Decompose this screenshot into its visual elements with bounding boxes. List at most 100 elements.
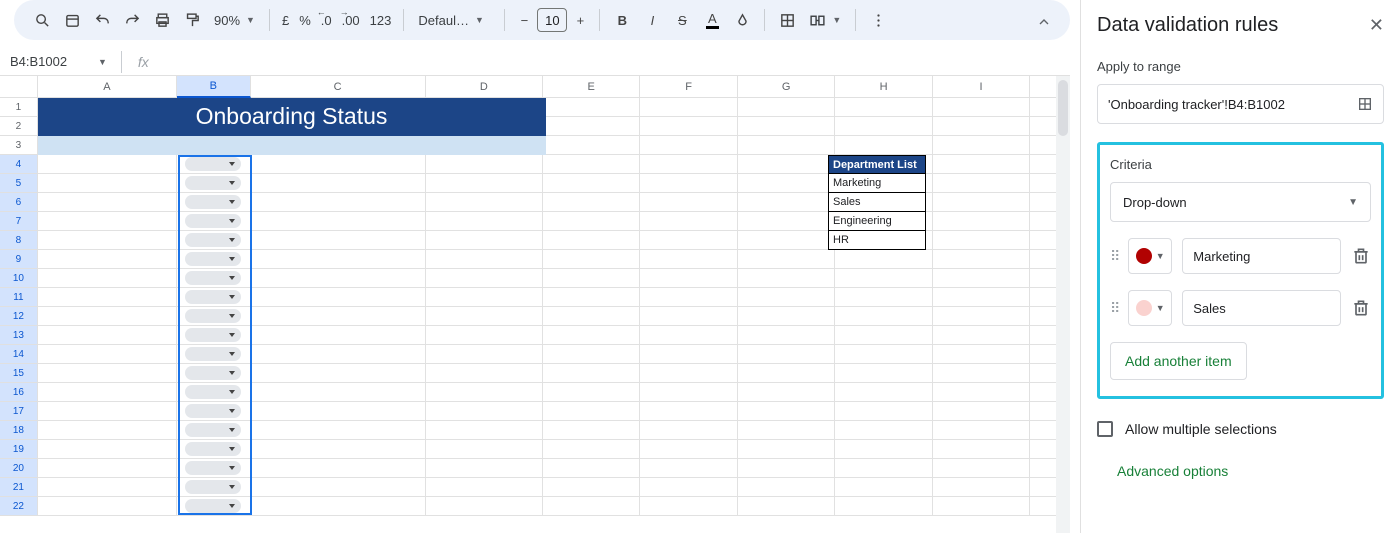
cell[interactable] — [738, 326, 835, 345]
criteria-select[interactable]: Drop-down ▼ — [1110, 182, 1371, 222]
cell[interactable] — [177, 231, 251, 250]
row-header[interactable]: 20 — [0, 459, 38, 478]
cell[interactable] — [38, 231, 177, 250]
cell[interactable] — [177, 497, 251, 516]
cell[interactable] — [640, 212, 737, 231]
cell[interactable] — [640, 269, 737, 288]
cell[interactable] — [640, 98, 737, 117]
row-header[interactable]: 11 — [0, 288, 38, 307]
dropdown-chip[interactable] — [185, 404, 241, 418]
cell[interactable] — [426, 307, 543, 326]
option-value-input[interactable]: Marketing — [1182, 238, 1341, 274]
row-header[interactable]: 6 — [0, 193, 38, 212]
dept-list-item[interactable]: HR — [828, 231, 926, 250]
dropdown-chip[interactable] — [185, 290, 241, 304]
cell[interactable] — [177, 307, 251, 326]
cell[interactable] — [251, 402, 426, 421]
row-header[interactable]: 13 — [0, 326, 38, 345]
dropdown-chip[interactable] — [185, 252, 241, 266]
cell[interactable] — [835, 364, 932, 383]
cell[interactable] — [738, 440, 835, 459]
dept-list-item[interactable]: Sales — [828, 193, 926, 212]
cell[interactable] — [38, 497, 177, 516]
cell[interactable] — [177, 288, 251, 307]
merge-button[interactable]: ▼ — [803, 12, 847, 29]
cell[interactable] — [251, 345, 426, 364]
row-header[interactable]: 15 — [0, 364, 38, 383]
cell[interactable] — [177, 212, 251, 231]
borders-button[interactable] — [773, 6, 801, 34]
cell[interactable] — [38, 383, 177, 402]
cell[interactable] — [738, 421, 835, 440]
option-color-select[interactable]: ▼ — [1128, 238, 1172, 274]
print-icon[interactable] — [148, 6, 176, 34]
cell[interactable] — [835, 136, 932, 155]
cell[interactable] — [426, 326, 543, 345]
cell[interactable] — [933, 136, 1030, 155]
cell[interactable]: Onboarding Status — [426, 136, 543, 155]
cell[interactable] — [933, 402, 1030, 421]
cell[interactable] — [933, 345, 1030, 364]
zoom-select[interactable]: 90%▼ — [208, 13, 261, 28]
dropdown-chip[interactable] — [185, 423, 241, 437]
vertical-scrollbar[interactable] — [1056, 76, 1070, 533]
cell[interactable] — [835, 250, 932, 269]
cell[interactable] — [640, 421, 737, 440]
cell[interactable] — [933, 269, 1030, 288]
cell[interactable] — [38, 345, 177, 364]
cell[interactable]: Training Modules Completed — [251, 136, 426, 155]
cell[interactable] — [177, 440, 251, 459]
row-header[interactable]: 17 — [0, 402, 38, 421]
cell[interactable] — [251, 231, 426, 250]
row-header[interactable]: 16 — [0, 383, 38, 402]
cell[interactable] — [177, 193, 251, 212]
formula-input[interactable] — [149, 48, 1070, 75]
cell[interactable] — [543, 250, 640, 269]
font-select[interactable]: Defaul…▼ — [412, 13, 496, 28]
cell[interactable] — [640, 345, 737, 364]
cell[interactable] — [835, 98, 932, 117]
cell[interactable] — [251, 193, 426, 212]
cell[interactable] — [38, 364, 177, 383]
cell[interactable] — [835, 440, 932, 459]
cell[interactable] — [543, 269, 640, 288]
font-size-decrease[interactable]: − — [513, 9, 535, 31]
cell[interactable] — [543, 155, 640, 174]
cell[interactable] — [543, 364, 640, 383]
cell[interactable]: me — [38, 136, 177, 155]
cell[interactable] — [640, 440, 737, 459]
cell[interactable] — [933, 421, 1030, 440]
cell[interactable] — [543, 383, 640, 402]
cell[interactable] — [835, 326, 932, 345]
dropdown-chip[interactable] — [185, 499, 241, 513]
cell[interactable] — [38, 459, 177, 478]
cell[interactable] — [933, 459, 1030, 478]
cell[interactable]: Department — [177, 136, 251, 155]
cell[interactable] — [251, 364, 426, 383]
cell[interactable] — [543, 421, 640, 440]
cell[interactable] — [543, 98, 640, 117]
cell[interactable] — [738, 383, 835, 402]
cell[interactable] — [177, 478, 251, 497]
row-header[interactable]: 4 — [0, 155, 38, 174]
dept-list-item[interactable]: Marketing — [828, 174, 926, 193]
cell[interactable] — [543, 307, 640, 326]
cell[interactable] — [933, 193, 1030, 212]
cell[interactable] — [38, 478, 177, 497]
cell[interactable] — [640, 364, 737, 383]
cell[interactable] — [738, 250, 835, 269]
dropdown-chip[interactable] — [185, 385, 241, 399]
cell[interactable] — [426, 212, 543, 231]
cell[interactable] — [177, 174, 251, 193]
cell[interactable] — [177, 421, 251, 440]
cell[interactable] — [738, 98, 835, 117]
row-header[interactable]: 12 — [0, 307, 38, 326]
strikethrough-button[interactable]: S — [668, 6, 696, 34]
cell[interactable] — [251, 326, 426, 345]
cell[interactable] — [835, 421, 932, 440]
more-button[interactable] — [864, 6, 892, 34]
col-header-A[interactable]: A — [38, 76, 177, 98]
cell[interactable] — [835, 402, 932, 421]
cell[interactable] — [38, 174, 177, 193]
dropdown-chip[interactable] — [185, 461, 241, 475]
